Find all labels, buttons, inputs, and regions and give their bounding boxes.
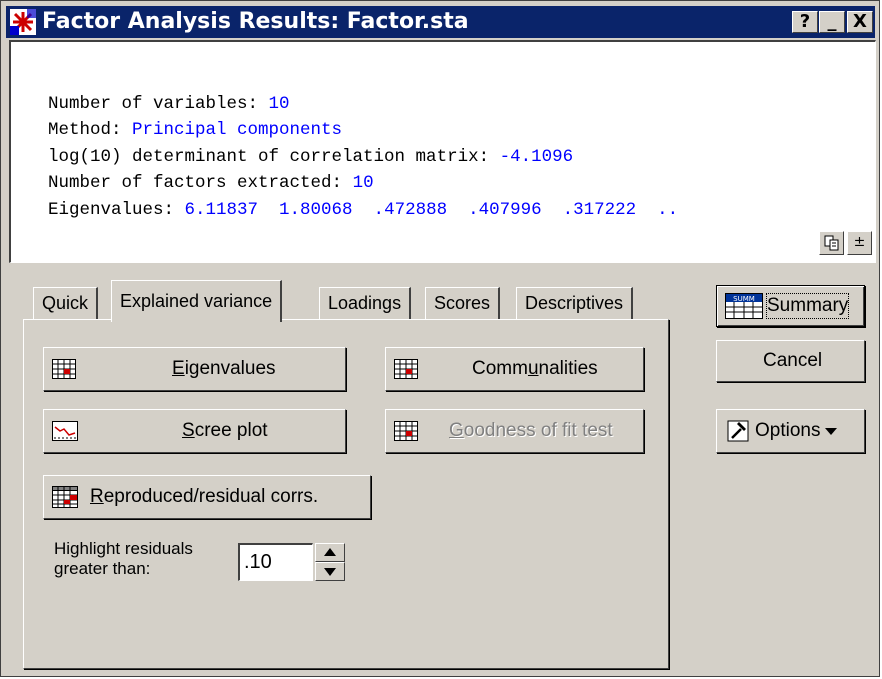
- threshold-increment-button[interactable]: [315, 543, 345, 562]
- summary-button[interactable]: SUMM Summary: [716, 285, 865, 327]
- factor-analysis-app-icon: [10, 9, 36, 35]
- goodness-of-fit-label: Goodness of fit test: [449, 420, 613, 441]
- output-line-method: Method: Principal components: [48, 120, 343, 140]
- spreadsheet-icon: [52, 486, 78, 508]
- tab-quick[interactable]: Quick: [33, 287, 99, 320]
- window-title: Factor Analysis Results: Factor.sta: [42, 9, 469, 34]
- spreadsheet-icon: [394, 359, 418, 379]
- cancel-label: Cancel: [763, 350, 823, 371]
- spreadsheet-icon: [394, 421, 418, 441]
- arrow-up-icon: [324, 548, 336, 556]
- tab-explained-variance[interactable]: Explained variance: [111, 280, 283, 322]
- help-button[interactable]: ?: [792, 11, 818, 33]
- highlight-residuals-label: Highlight residuals greater than:: [54, 539, 193, 578]
- minimize-button[interactable]: _: [819, 11, 845, 33]
- tab-descriptives[interactable]: Descriptives: [516, 287, 634, 320]
- title-bar[interactable]: Factor Analysis Results: Factor.sta ? _ …: [6, 6, 875, 38]
- line-graph-icon: [52, 421, 78, 441]
- threshold-decrement-button[interactable]: [315, 562, 345, 581]
- options-hammer-icon: [727, 420, 749, 442]
- tab-loadings[interactable]: Loadings: [319, 287, 412, 320]
- goodness-of-fit-button[interactable]: Goodness of fit test: [385, 409, 644, 453]
- copy-output-button[interactable]: [819, 231, 844, 255]
- output-line-eigenvalues: Eigenvalues: 6.11837 1.80068 .472888 .40…: [48, 200, 679, 220]
- copy-icon: [824, 235, 838, 251]
- output-line-determinant: log(10) determinant of correlation matri…: [48, 147, 574, 167]
- close-button[interactable]: X: [847, 11, 873, 33]
- factor-analysis-window: Factor Analysis Results: Factor.sta ? _ …: [0, 0, 880, 677]
- results-output-area[interactable]: Number of variables: 10 Method: Principa…: [9, 40, 876, 263]
- spreadsheet-icon: [52, 359, 76, 379]
- options-label: Options: [755, 410, 838, 452]
- reproduced-residual-label: Reproduced/residual corrs.: [90, 486, 319, 507]
- scree-plot-button[interactable]: Scree plot: [43, 409, 346, 453]
- summary-table-icon: SUMM: [725, 293, 763, 319]
- highlight-threshold-input[interactable]: .10: [238, 543, 313, 581]
- communalities-button[interactable]: Comm u nalities: [385, 347, 644, 391]
- options-button[interactable]: Options: [716, 409, 865, 453]
- reproduced-residual-corrs-button[interactable]: Reproduced/residual corrs.: [43, 475, 371, 519]
- output-line-variables: Number of variables: 10: [48, 94, 290, 114]
- expand-output-toggle[interactable]: ±: [847, 231, 872, 255]
- svg-text:SUMM: SUMM: [733, 295, 755, 303]
- communalities-label: Comm u nalities: [472, 358, 598, 379]
- tab-scores[interactable]: Scores: [425, 287, 501, 320]
- arrow-down-icon: [324, 568, 336, 576]
- eigenvalues-label: Eigenvalues: [172, 358, 276, 379]
- cancel-button[interactable]: Cancel: [716, 340, 865, 382]
- scree-plot-label: Scree plot: [182, 420, 268, 441]
- eigenvalues-button[interactable]: Eigenvalues: [43, 347, 346, 391]
- output-line-factors: Number of factors extracted: 10: [48, 173, 374, 193]
- dropdown-arrow-icon: [825, 428, 838, 435]
- summary-label: Summary: [765, 293, 850, 319]
